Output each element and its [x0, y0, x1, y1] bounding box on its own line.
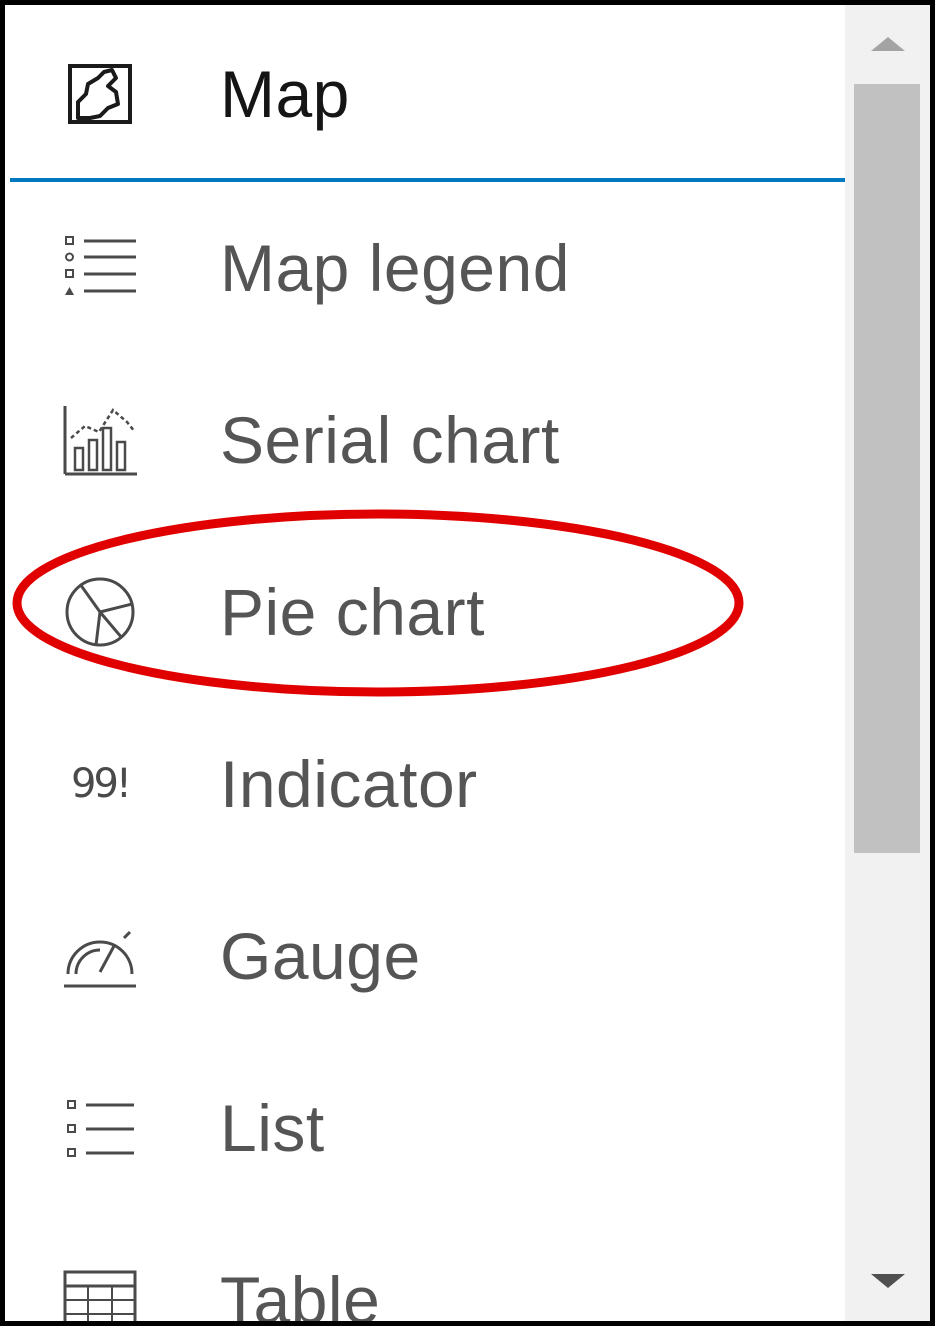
- menu-item-label: Map: [220, 57, 350, 131]
- menu-item-pie-chart[interactable]: Pie chart: [10, 526, 850, 698]
- menu-item-gauge[interactable]: Gauge: [10, 870, 850, 1042]
- menu-item-label: Serial chart: [220, 403, 560, 477]
- serial-chart-icon: [60, 400, 140, 480]
- menu-item-label: Table: [220, 1263, 381, 1326]
- menu-item-list[interactable]: List: [10, 1042, 850, 1214]
- menu-item-table[interactable]: Table: [10, 1214, 850, 1326]
- menu-item-label: Pie chart: [220, 575, 485, 649]
- gauge-icon: [60, 916, 140, 996]
- scroll-thumb[interactable]: [854, 84, 920, 853]
- legend-icon: [60, 228, 140, 308]
- vertical-scrollbar[interactable]: [845, 5, 930, 1321]
- scroll-down-arrow-icon[interactable]: [845, 1246, 930, 1321]
- scroll-up-arrow-icon[interactable]: [845, 5, 930, 80]
- map-icon: [60, 54, 140, 134]
- menu-item-indicator[interactable]: 99! Indicator: [10, 698, 850, 870]
- menu-item-label: Gauge: [220, 919, 421, 993]
- menu-item-serial-chart[interactable]: Serial chart: [10, 354, 850, 526]
- menu-item-map-legend[interactable]: Map legend: [10, 182, 850, 354]
- menu-item-label: List: [220, 1091, 325, 1165]
- menu-item-map[interactable]: Map: [10, 10, 850, 182]
- menu-item-label: Map legend: [220, 231, 570, 305]
- menu-item-label: Indicator: [220, 747, 478, 821]
- indicator-icon-text: 99!: [71, 761, 132, 807]
- indicator-icon: 99!: [60, 744, 140, 824]
- widget-menu: Map Map legend Serial chart Pie chart 99…: [10, 10, 850, 1326]
- list-icon: [60, 1088, 140, 1168]
- pie-chart-icon: [60, 572, 140, 652]
- menu-panel: Map Map legend Serial chart Pie chart 99…: [0, 0, 935, 1326]
- table-icon: [60, 1260, 140, 1321]
